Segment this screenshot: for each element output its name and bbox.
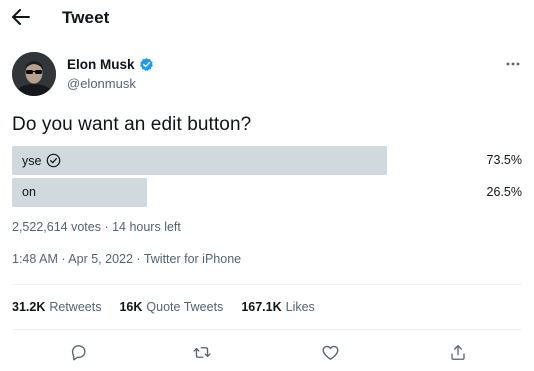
tweet-author: Elon Musk @elonmusk: [12, 52, 522, 98]
arrow-left-icon: [12, 9, 30, 25]
heart-icon: [322, 345, 338, 360]
like-button[interactable]: [318, 340, 342, 364]
likes-stat[interactable]: 167.1K Likes: [241, 300, 315, 314]
tweet-timestamp: 1:48 AM · Apr 5, 2022 · Twitter for iPho…: [12, 252, 241, 266]
reply-icon: [71, 344, 86, 360]
tweet-time[interactable]: 1:48 AM: [12, 252, 58, 266]
poll-bar: [12, 146, 387, 175]
poll-option-label: on: [22, 185, 36, 199]
meta-separator: ·: [100, 220, 113, 234]
retweets-stat[interactable]: 31.2K Retweets: [12, 300, 101, 314]
likes-count: 167.1K: [241, 300, 282, 314]
quotes-count: 16K: [119, 300, 143, 314]
poll-option-percent: 26.5%: [486, 185, 522, 199]
quotes-label: Quote Tweets: [146, 300, 224, 314]
poll-option-text: yse: [22, 153, 42, 168]
retweet-icon: [193, 346, 211, 358]
share-button[interactable]: [446, 340, 470, 364]
more-dots-icon: [506, 62, 520, 66]
check-circle-icon: [46, 153, 61, 168]
author-handle[interactable]: @elonmusk: [67, 76, 136, 91]
meta-separator: ·: [132, 252, 144, 266]
tweet-date[interactable]: Apr 5, 2022: [68, 252, 133, 266]
tweet-header: Tweet: [0, 0, 534, 36]
poll-option-text: on: [22, 185, 36, 199]
retweets-count: 31.2K: [12, 300, 46, 314]
poll: yse 73.5% on 26.5%: [12, 146, 522, 210]
poll-votes: 2,522,614 votes: [12, 220, 101, 234]
reply-button[interactable]: [66, 340, 90, 364]
verified-badge-icon: [139, 57, 154, 72]
likes-label: Likes: [285, 300, 315, 314]
back-button[interactable]: [10, 5, 32, 29]
retweet-button[interactable]: [190, 340, 214, 364]
tweet-stats: 31.2K Retweets 16K Quote Tweets 167.1K L…: [12, 300, 315, 314]
share-icon: [451, 344, 465, 360]
tweet-text: Do you want an edit button?: [12, 114, 252, 135]
poll-time-left: 14 hours left: [112, 220, 181, 234]
retweets-label: Retweets: [49, 300, 102, 314]
poll-option: on 26.5%: [12, 178, 522, 207]
meta-separator: ·: [57, 252, 69, 266]
poll-option: yse 73.5%: [12, 146, 522, 175]
page-title: Tweet: [62, 8, 110, 27]
avatar[interactable]: [12, 52, 56, 96]
divider: [12, 329, 522, 330]
poll-option-label: yse: [22, 153, 61, 168]
tweet-actions: [12, 340, 522, 364]
author-name[interactable]: Elon Musk: [67, 57, 135, 72]
poll-option-percent: 73.5%: [486, 153, 522, 167]
author-name-row: Elon Musk: [67, 57, 154, 72]
divider: [12, 284, 522, 285]
more-button[interactable]: [504, 56, 522, 72]
quote-tweets-stat[interactable]: 16K Quote Tweets: [119, 300, 223, 314]
tweet-source[interactable]: Twitter for iPhone: [144, 252, 241, 266]
poll-meta: 2,522,614 votes · 14 hours left: [12, 220, 181, 234]
